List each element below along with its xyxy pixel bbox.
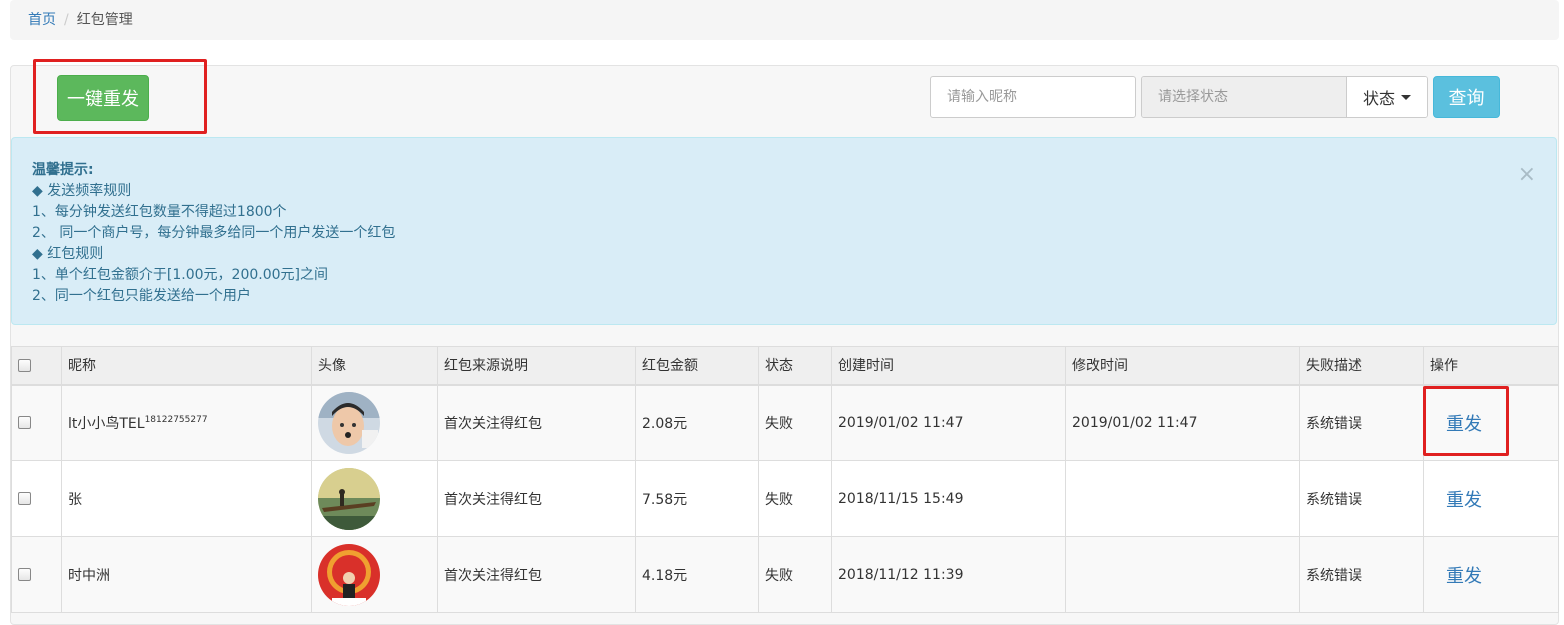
action-cell: 重发 bbox=[1423, 536, 1559, 613]
nickname-cell: 张 bbox=[61, 460, 312, 537]
status-cell: 失败 bbox=[758, 536, 832, 613]
nickname-phone-sup: 18122755277 bbox=[144, 414, 208, 425]
notice-line: 1、每分钟发送红包数量不得超过1800个 bbox=[32, 204, 287, 220]
highlight-box-resend-all bbox=[33, 59, 207, 134]
breadcrumb-separator: / bbox=[64, 12, 69, 28]
table-row: 时中洲 首次关注得红包 4.18元 失败 2018/11/12 11:39 系统… bbox=[11, 536, 1559, 613]
select-all-checkbox[interactable] bbox=[18, 358, 31, 372]
row-checkbox[interactable] bbox=[18, 416, 31, 430]
modified-time-cell: 2019/01/02 11:47 bbox=[1065, 384, 1300, 461]
table-row: lt小小鸟TEL18122755277 首次关注得红包 2.08元 失败 201… bbox=[11, 384, 1559, 461]
status-cell: 失败 bbox=[758, 384, 832, 461]
column-header: 失败描述 bbox=[1299, 346, 1424, 386]
caret-down-icon bbox=[1401, 94, 1411, 100]
avatar-cell bbox=[311, 384, 438, 461]
fail-desc-cell: 系统错误 bbox=[1299, 384, 1424, 461]
status-dropdown-button[interactable]: 状态 bbox=[1346, 77, 1427, 117]
avatar bbox=[318, 391, 380, 454]
created-time-cell: 2019/01/02 11:47 bbox=[831, 384, 1066, 461]
source-cell: 首次关注得红包 bbox=[437, 536, 636, 613]
column-header: 昵称 bbox=[61, 346, 312, 386]
breadcrumb: 首页 / 红包管理 bbox=[10, 0, 1559, 40]
nickname-text: lt小小鸟TEL bbox=[68, 415, 145, 432]
amount-cell: 4.18元 bbox=[635, 536, 759, 613]
amount-cell: 7.58元 bbox=[635, 460, 759, 537]
source-cell: 首次关注得红包 bbox=[437, 384, 636, 461]
notice-line: 2、同一个红包只能发送给一个用户 bbox=[32, 288, 251, 304]
source-cell: 首次关注得红包 bbox=[437, 460, 636, 537]
column-header: 头像 bbox=[311, 346, 438, 386]
modified-time-cell bbox=[1065, 536, 1300, 613]
nickname-cell: lt小小鸟TEL18122755277 bbox=[61, 384, 312, 461]
notice-line: ◆ 红包规则 bbox=[32, 246, 104, 262]
table-header-row: 昵称 头像 红包来源说明 红包金额 状态 创建时间 修改时间 失败描述 操作 bbox=[11, 346, 1559, 386]
avatar-cell bbox=[311, 536, 438, 613]
amount-cell: 2.08元 bbox=[635, 384, 759, 461]
fail-desc-cell: 系统错误 bbox=[1299, 536, 1424, 613]
notice-title: 温馨提示: bbox=[32, 162, 94, 178]
select-all-cell bbox=[11, 346, 62, 386]
row-select-cell bbox=[11, 536, 62, 613]
status-select-input[interactable]: 请选择状态 bbox=[1142, 77, 1346, 117]
status-filter-group: 请选择状态 状态 bbox=[1141, 76, 1428, 118]
status-cell: 失败 bbox=[758, 460, 832, 537]
row-checkbox[interactable] bbox=[18, 492, 31, 505]
row-select-cell bbox=[11, 460, 62, 537]
notice-alert: 温馨提示: ◆ 发送频率规则 1、每分钟发送红包数量不得超过1800个 2、 同… bbox=[11, 137, 1557, 325]
table-row: 张 首次关注得红包 7.58元 失败 2018/11/15 15:49 系统错误… bbox=[11, 460, 1559, 537]
notice-line: 1、单个红包金额介于[1.00元，200.00元]之间 bbox=[32, 267, 328, 283]
breadcrumb-current: 红包管理 bbox=[76, 12, 133, 28]
column-header: 操作 bbox=[1423, 346, 1559, 386]
created-time-cell: 2018/11/15 15:49 bbox=[831, 460, 1066, 537]
column-header: 红包金额 bbox=[635, 346, 759, 386]
modified-time-cell bbox=[1065, 460, 1300, 537]
nickname-text: 时中洲 bbox=[68, 567, 110, 584]
column-header: 修改时间 bbox=[1065, 346, 1300, 386]
avatar bbox=[318, 543, 380, 606]
close-icon[interactable]: × bbox=[1518, 164, 1536, 186]
row-checkbox[interactable] bbox=[18, 568, 31, 581]
action-cell: 重发 bbox=[1423, 460, 1559, 537]
nickname-text: 张 bbox=[68, 491, 82, 508]
fail-desc-cell: 系统错误 bbox=[1299, 460, 1424, 537]
highlight-box-resend bbox=[1423, 386, 1509, 456]
status-dropdown-label: 状态 bbox=[1362, 89, 1395, 108]
nickname-search-input[interactable]: 请输入昵称 bbox=[930, 76, 1136, 118]
notice-line: 2、 同一个商户号，每分钟最多给同一个用户发送一个红包 bbox=[32, 225, 396, 241]
breadcrumb-home-link[interactable]: 首页 bbox=[28, 12, 56, 28]
column-header: 红包来源说明 bbox=[437, 346, 636, 386]
resend-link[interactable]: 重发 bbox=[1430, 490, 1482, 511]
notice-line: ◆ 发送频率规则 bbox=[32, 183, 132, 199]
column-header: 状态 bbox=[758, 346, 832, 386]
query-button[interactable]: 查询 bbox=[1433, 76, 1500, 118]
created-time-cell: 2018/11/12 11:39 bbox=[831, 536, 1066, 613]
nickname-cell: 时中洲 bbox=[61, 536, 312, 613]
avatar-cell bbox=[311, 460, 438, 537]
row-select-cell bbox=[11, 384, 62, 461]
red-packet-table: 昵称 头像 红包来源说明 红包金额 状态 创建时间 修改时间 失败描述 操作 l… bbox=[11, 346, 1559, 613]
resend-link[interactable]: 重发 bbox=[1430, 566, 1482, 587]
avatar bbox=[318, 467, 380, 530]
column-header: 创建时间 bbox=[831, 346, 1066, 386]
